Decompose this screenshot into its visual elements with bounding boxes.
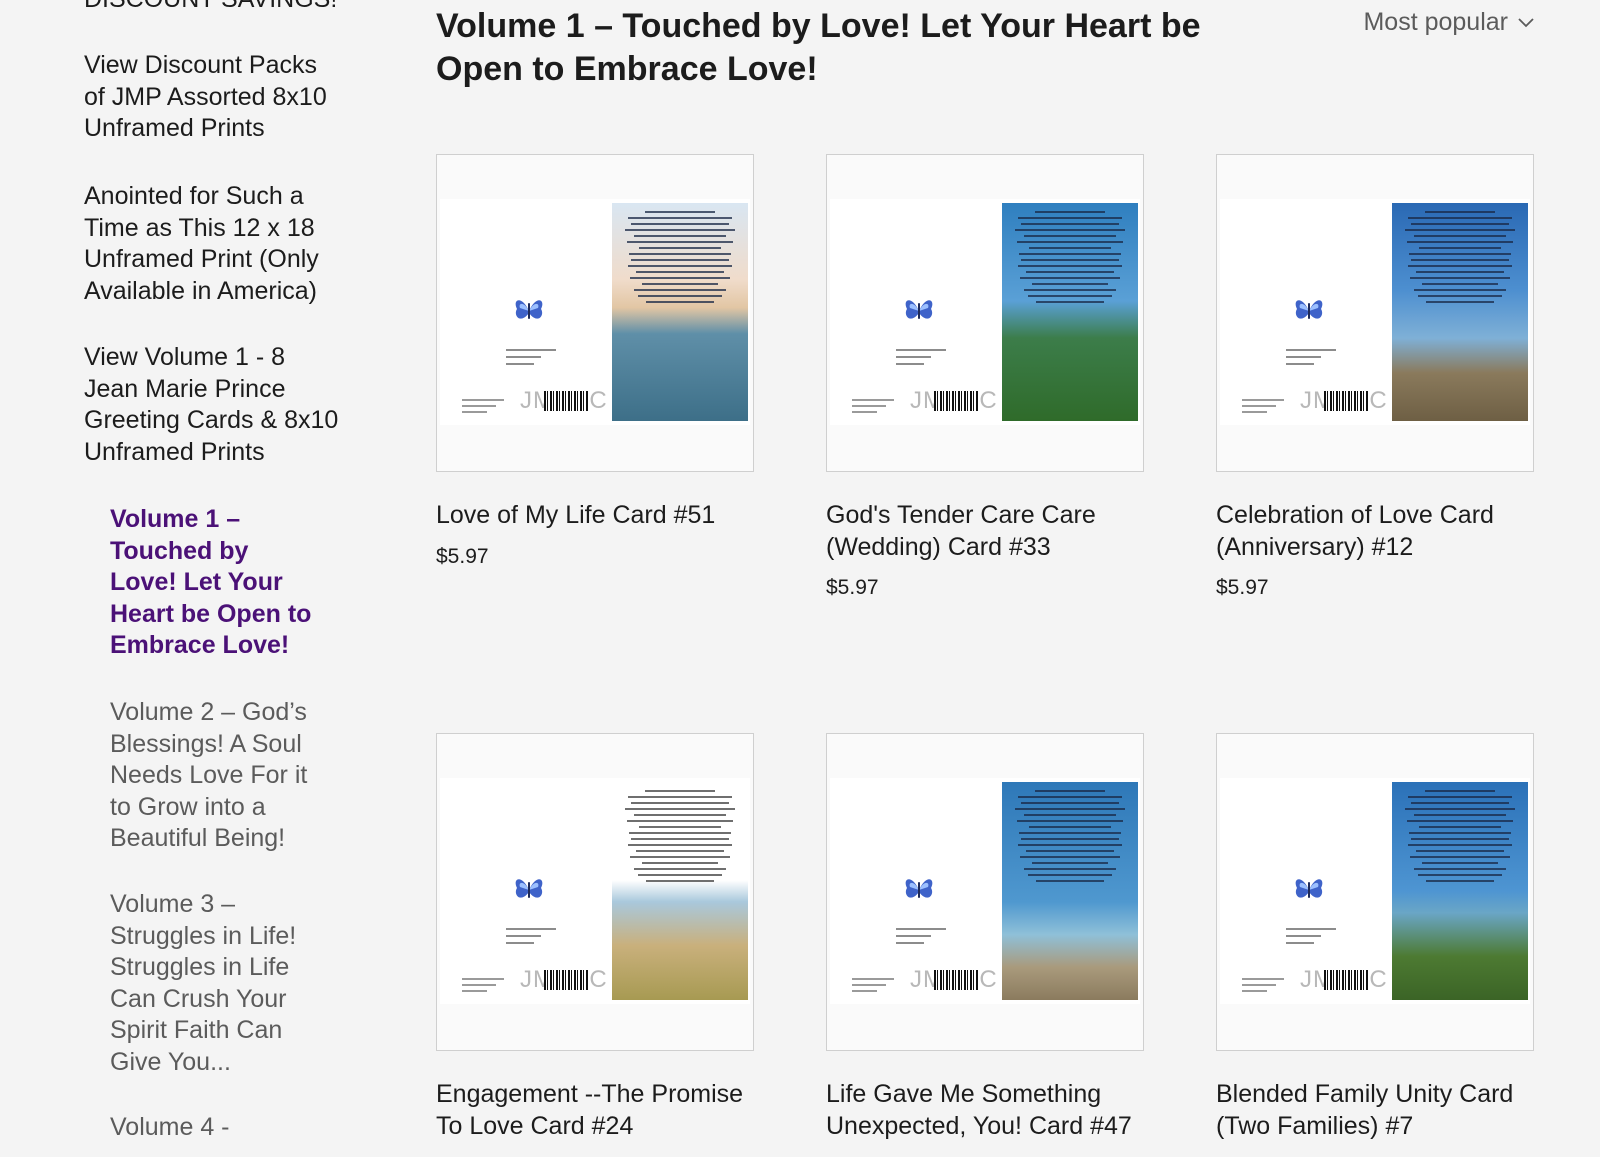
card-back-text xyxy=(506,928,556,949)
photo-credit xyxy=(1242,399,1284,417)
chevron-down-icon xyxy=(1518,17,1534,27)
photo-credit xyxy=(852,399,894,417)
barcode-icon xyxy=(544,391,588,411)
barcode-icon xyxy=(934,391,978,411)
butterfly-icon xyxy=(515,300,543,319)
greeting-card-preview: JMPCC Sample xyxy=(440,778,750,1004)
sidebar-item-volume-4[interactable]: Volume 4 - xyxy=(110,1112,320,1144)
sort-dropdown[interactable]: Most popular xyxy=(1363,8,1534,37)
sidebar-item-volume-2[interactable]: Volume 2 – God’s Blessings! A Soul Needs… xyxy=(110,697,320,855)
page-title: Volume 1 – Touched by Love! Let Your Hea… xyxy=(436,7,1201,88)
product-card[interactable]: JMPCC Sample Life Gave Me Something Unex… xyxy=(826,733,1144,1154)
product-image[interactable]: JMPCC Sample xyxy=(436,733,754,1051)
card-poem-text xyxy=(1402,211,1518,307)
sidebar-item-volume-1[interactable]: Volume 1 – Touched by Love! Let Your Hea… xyxy=(110,504,320,662)
product-card[interactable]: JMPCC Sample God's Tender Care Care (Wed… xyxy=(826,154,1144,601)
page: DISCOUNT SAVINGS! View Discount Packs of… xyxy=(0,0,1600,1157)
greeting-card-preview: JMPCC Sample xyxy=(1220,778,1530,1004)
photo-credit xyxy=(462,399,504,417)
card-front-photo xyxy=(612,782,748,1000)
product-card[interactable]: JMPCC Sample Engagement --The Promise To… xyxy=(436,733,754,1154)
butterfly-icon xyxy=(905,300,933,319)
product-name[interactable]: God's Tender Care Care (Wedding) Card #3… xyxy=(826,500,1144,563)
sort-label: Most popular xyxy=(1363,8,1508,36)
greeting-card-preview: JMPCC Sample xyxy=(830,778,1140,1004)
product-name[interactable]: Love of My Life Card #51 xyxy=(436,500,754,532)
product-image[interactable]: JMPCC Sample xyxy=(826,154,1144,472)
product-name[interactable]: Life Gave Me Something Unexpected, You! … xyxy=(826,1079,1144,1142)
sidebar-link-view-volumes[interactable]: View Volume 1 - 8 Jean Marie Prince Gree… xyxy=(84,342,344,468)
product-image[interactable]: JMPCC Sample xyxy=(826,733,1144,1051)
card-poem-text xyxy=(622,790,738,886)
barcode-icon xyxy=(1324,391,1368,411)
barcode-icon xyxy=(934,970,978,990)
card-back-text xyxy=(896,349,946,370)
product-image[interactable]: JMPCC Sample xyxy=(1216,154,1534,472)
card-poem-text xyxy=(622,211,738,307)
photo-credit xyxy=(852,978,894,996)
product-price: $5.97 xyxy=(826,576,879,599)
card-back-text xyxy=(506,349,556,370)
card-back-text xyxy=(896,928,946,949)
card-front-photo xyxy=(612,203,748,421)
butterfly-icon xyxy=(1295,300,1323,319)
card-poem-text xyxy=(1012,790,1128,886)
barcode-icon xyxy=(544,970,588,990)
butterfly-icon xyxy=(1295,879,1323,898)
product-image[interactable]: JMPCC Sample xyxy=(1216,733,1534,1051)
product-name[interactable]: Engagement --The Promise To Love Card #2… xyxy=(436,1079,754,1142)
sidebar-link-discount-packs[interactable]: View Discount Packs of JMP Assorted 8x10… xyxy=(84,50,344,145)
barcode-icon xyxy=(1324,970,1368,990)
card-back-text xyxy=(1286,928,1336,949)
card-poem-text xyxy=(1402,790,1518,886)
sidebar-link-discount-savings[interactable]: DISCOUNT SAVINGS! xyxy=(84,0,337,12)
greeting-card-preview: JMPCC Sample xyxy=(1220,199,1530,425)
greeting-card-preview: JMPCC Sample xyxy=(830,199,1140,425)
butterfly-icon xyxy=(905,879,933,898)
photo-credit xyxy=(1242,978,1284,996)
product-card[interactable]: JMPCC Sample Blended Family Unity Card (… xyxy=(1216,733,1534,1154)
card-poem-text xyxy=(1012,211,1128,307)
product-card[interactable]: JMPCC Sample Celebration of Love Card (A… xyxy=(1216,154,1534,601)
butterfly-icon xyxy=(515,879,543,898)
card-front-photo xyxy=(1392,203,1528,421)
product-name[interactable]: Blended Family Unity Card (Two Families)… xyxy=(1216,1079,1534,1142)
sidebar-link-anointed-print[interactable]: Anointed for Such a Time as This 12 x 18… xyxy=(84,181,344,307)
card-front-photo xyxy=(1392,782,1528,1000)
product-image[interactable]: JMPCC Sample xyxy=(436,154,754,472)
product-name[interactable]: Celebration of Love Card (Anniversary) #… xyxy=(1216,500,1534,563)
sidebar-item-volume-3[interactable]: Volume 3 – Struggles in Life! Struggles … xyxy=(110,889,320,1078)
card-back-text xyxy=(1286,349,1336,370)
card-front-photo xyxy=(1002,203,1138,421)
photo-credit xyxy=(462,978,504,996)
product-card[interactable]: JMPCC Sample Love of My Life Card #51 $5… xyxy=(436,154,754,570)
greeting-card-preview: JMPCC Sample xyxy=(440,199,750,425)
card-front-photo xyxy=(1002,782,1138,1000)
product-price: $5.97 xyxy=(1216,576,1269,599)
product-price: $5.97 xyxy=(436,544,489,568)
